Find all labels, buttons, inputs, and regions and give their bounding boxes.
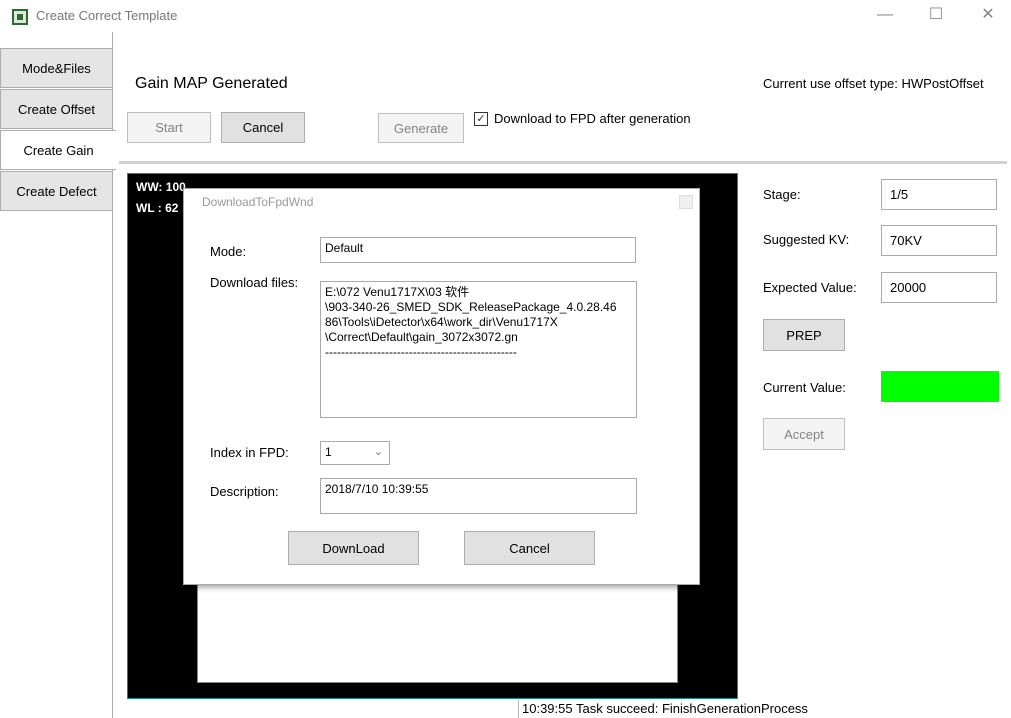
index-in-fpd-label: Index in FPD: — [210, 445, 289, 460]
suggested-kv-label: Suggested KV: — [763, 232, 850, 247]
tab-create-defect[interactable]: Create Defect — [0, 171, 113, 211]
window-level-label: WL : 62 — [136, 201, 179, 215]
expected-value-label: Expected Value: — [763, 280, 857, 295]
index-in-fpd-select[interactable]: 1 ⌄ — [320, 441, 390, 465]
close-button[interactable]: ✕ — [965, 4, 1011, 28]
description-label: Description: — [210, 484, 279, 499]
separator — [119, 161, 1007, 164]
mode-field[interactable]: Default — [320, 237, 636, 263]
window-width-label: WW: 100 — [136, 180, 186, 194]
cancel-button[interactable]: Cancel — [221, 112, 305, 143]
download-after-generation-label: Download to FPD after generation — [494, 111, 691, 126]
image-panel — [197, 583, 678, 683]
tab-create-gain[interactable]: Create Gain — [0, 130, 116, 170]
tab-mode-files[interactable]: Mode&Files — [0, 48, 113, 88]
accept-button[interactable]: Accept — [763, 418, 845, 450]
page-title: Gain MAP Generated — [135, 75, 288, 92]
chevron-down-icon: ⌄ — [373, 446, 383, 458]
prep-button[interactable]: PREP — [763, 319, 845, 351]
current-value-indicator — [881, 371, 999, 402]
tab-create-offset[interactable]: Create Offset — [0, 89, 113, 129]
start-button[interactable]: Start — [127, 112, 211, 143]
download-files-label: Download files: — [210, 275, 299, 290]
dialog-title: DownloadToFpdWnd — [202, 195, 314, 209]
mode-label: Mode: — [210, 244, 247, 259]
download-after-generation-checkbox[interactable]: ✓ — [474, 112, 488, 126]
window-title: Create Correct Template — [36, 8, 178, 23]
app-icon — [12, 9, 28, 25]
dialog-close-icon[interactable] — [679, 195, 693, 209]
stage-field[interactable]: 1/5 — [881, 179, 997, 210]
maximize-button[interactable]: ☐ — [913, 4, 959, 28]
index-in-fpd-value: 1 — [325, 445, 332, 459]
download-button[interactable]: DownLoad — [288, 531, 419, 565]
current-value-label: Current Value: — [763, 380, 846, 395]
offset-type-label: Current use offset type: HWPostOffset — [763, 76, 984, 91]
status-message: 10:39:55 Task succeed: FinishGenerationP… — [522, 701, 808, 716]
status-separator — [518, 700, 519, 718]
description-field[interactable]: 2018/7/10 10:39:55 — [320, 478, 637, 514]
download-files-field[interactable]: E:\072 Venu1717X\03 软件 \903-340-26_SMED_… — [320, 281, 637, 418]
stage-label: Stage: — [763, 187, 801, 202]
download-dialog: DownloadToFpdWnd Mode: Default Download … — [183, 188, 700, 585]
title-bar: Create Correct Template — ☐ ✕ — [0, 0, 1011, 32]
expected-value-field[interactable]: 20000 — [881, 272, 997, 303]
suggested-kv-field[interactable]: 70KV — [881, 225, 997, 256]
dialog-cancel-button[interactable]: Cancel — [464, 531, 595, 565]
generate-button[interactable]: Generate — [378, 113, 464, 143]
minimize-button[interactable]: — — [862, 4, 908, 28]
